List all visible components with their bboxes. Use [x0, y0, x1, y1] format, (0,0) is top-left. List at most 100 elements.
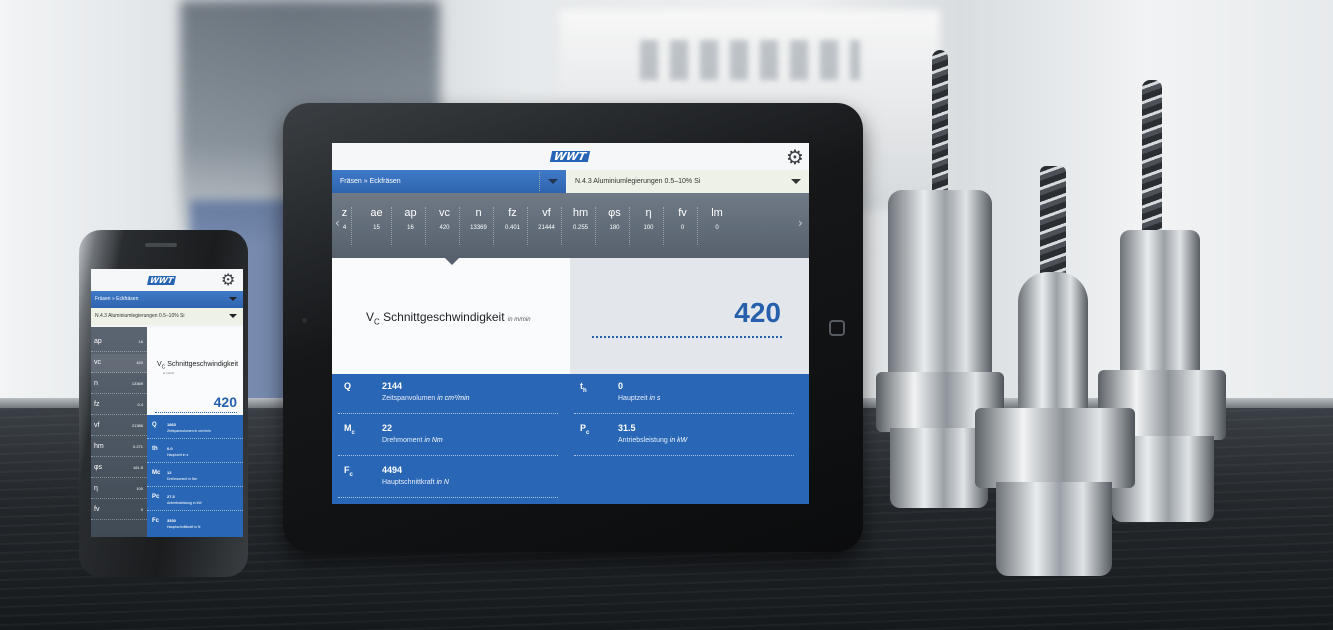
result-value: 3530: [167, 518, 176, 523]
selected-parameter-value-area[interactable]: 420: [570, 258, 809, 374]
result-symbol: Fc: [152, 518, 160, 524]
chevron-down-icon: [229, 297, 237, 301]
result-description: Drehmoment in Nm: [382, 437, 443, 444]
app-header: WWT ⚙: [332, 143, 809, 170]
param-value: 420: [136, 360, 143, 365]
param-value: 0: [680, 225, 685, 231]
selected-symbol: V: [366, 310, 375, 324]
param-value: 16: [407, 225, 414, 231]
value-underline: [155, 412, 237, 413]
param-symbol: vf: [94, 422, 100, 429]
param-value: 100: [643, 225, 654, 231]
param-ap[interactable]: ap 16: [396, 207, 426, 245]
param-eta[interactable]: η 100: [634, 207, 664, 245]
phone-results: Q 1863 Zeitspanvolumen in cm³/min th 0.0 Hau…: [147, 415, 243, 537]
param-hm[interactable]: hm 0.255: [566, 207, 596, 245]
param-value: 16: [138, 339, 143, 344]
operation-select[interactable]: Fräsen » Eckfräsen: [332, 170, 566, 193]
phone-selected-parameter[interactable]: VC Schnittgeschwindigkeit in m/min 420: [147, 327, 243, 415]
result-pc: Pc 31.5 Antriebsleistung in kW: [574, 418, 794, 456]
param-lm[interactable]: lm 0: [702, 207, 732, 245]
param-z[interactable]: z 4: [338, 207, 352, 245]
value-underline: [592, 336, 782, 338]
result-value: 2144: [382, 381, 403, 391]
param-value: 420: [439, 225, 450, 231]
result-symbol: Q: [152, 422, 157, 428]
result-symbol: Mc: [344, 423, 355, 436]
result-mc: Mc 22 Drehmoment in Nm: [338, 418, 558, 456]
param-vf[interactable]: vf 21444: [532, 207, 562, 245]
result-value: 27.3: [167, 494, 175, 499]
result-value: 12: [167, 470, 172, 475]
result-symbol: Pc: [152, 494, 160, 500]
selected-parameter-label: VC Schnittgeschwindigkeit: [157, 361, 239, 371]
param-symbol: fv: [678, 207, 687, 219]
param-symbol: hm: [94, 443, 104, 450]
param-symbol: z: [341, 207, 348, 219]
phone-material-select[interactable]: N.4.3 Aluminiumlegierungen 0.5–10% Si: [91, 308, 243, 325]
param-row[interactable]: fz 0.4: [91, 396, 147, 415]
param-fz[interactable]: fz 0.401: [498, 207, 528, 245]
param-fv[interactable]: fv 0: [668, 207, 698, 245]
result-description: Zeitspanvolumen in cm³/min: [167, 429, 211, 433]
param-row[interactable]: φs 161.5: [91, 459, 147, 478]
param-value: 21386: [131, 423, 143, 428]
param-symbol: vc: [439, 207, 450, 219]
param-value: 4: [342, 225, 347, 231]
chevron-down-icon: [791, 179, 801, 184]
material-select-value: N.4.3 Aluminiumlegierungen 0.5–10% Si: [95, 313, 185, 319]
param-n[interactable]: n 13369: [464, 207, 494, 245]
photo-background: WWT ⚙ Fräsen » Eckfräsen N.4.3 Aluminium…: [0, 0, 1333, 630]
operation-select-value: Fräsen » Eckfräsen: [340, 178, 401, 185]
result-q: Q 2144 Zeitspanvolumen in cm³/min: [338, 376, 558, 414]
selected-parameter-value: 420: [734, 297, 781, 328]
app-logo: WWT: [549, 150, 590, 163]
tool-holder-right: [1120, 230, 1200, 380]
param-phi-s[interactable]: φs 180: [600, 207, 630, 245]
app-logo: WWT: [147, 276, 177, 285]
param-vc[interactable]: vc 420: [430, 207, 460, 245]
chevron-right-icon[interactable]: ›: [798, 217, 803, 229]
param-value: 0: [140, 507, 143, 512]
result-description: Hauptschnittkraft in N: [167, 525, 201, 529]
param-symbol: n: [94, 380, 98, 387]
param-row[interactable]: η 100: [91, 480, 147, 499]
phone-parameter-list: ap 16 vc 420 n 13369 fz 0.4 vf 21386 hm 0.271 …: [91, 327, 147, 537]
result-value: 31.5: [618, 423, 636, 433]
param-value: 180: [609, 225, 620, 231]
select-divider: [539, 172, 540, 191]
param-value: 0.4: [137, 402, 143, 407]
param-ae[interactable]: ae 15: [362, 207, 392, 245]
tablet-home-button[interactable]: [829, 320, 845, 336]
background-control-buttons: [640, 40, 860, 80]
param-symbol: φs: [94, 464, 103, 471]
param-value: 15: [373, 225, 380, 231]
param-row[interactable]: n 13369: [91, 375, 147, 394]
param-value: 100: [136, 486, 143, 491]
param-symbol: fv: [94, 506, 100, 513]
param-row[interactable]: hm 0.271: [91, 438, 147, 457]
gear-icon[interactable]: ⚙: [221, 271, 235, 289]
selected-unit: in m/min: [507, 317, 531, 323]
selected-unit: in m/min: [163, 371, 175, 375]
result-value: 4494: [382, 465, 403, 475]
param-row[interactable]: ap 16: [91, 333, 147, 352]
param-value: 13369: [131, 381, 143, 386]
chevron-down-icon: [229, 314, 237, 318]
gear-icon[interactable]: ⚙: [785, 147, 805, 167]
param-row[interactable]: vf 21386: [91, 417, 147, 436]
result-q: Q 1863 Zeitspanvolumen in cm³/min: [147, 419, 243, 439]
param-value: 21444: [538, 225, 555, 231]
result-symbol: Pc: [580, 423, 590, 436]
operation-select-value: Fräsen » Eckfräsen: [95, 296, 139, 302]
result-pc: Pc 27.3 Antriebsleistung in kW: [147, 491, 243, 511]
param-symbol: vf: [542, 207, 551, 219]
param-row[interactable]: vc 420: [91, 354, 147, 373]
param-symbol: hm: [572, 207, 589, 219]
param-row[interactable]: fv 0: [91, 501, 147, 520]
material-select[interactable]: N.4.3 Aluminiumlegierungen 0.5–10% Si: [567, 170, 809, 193]
phone-operation-select[interactable]: Fräsen » Eckfräsen: [91, 291, 243, 308]
phone-main-panel: VC Schnittgeschwindigkeit in m/min 420 Q…: [147, 327, 243, 537]
param-symbol: η: [645, 207, 652, 219]
parameter-strip: ‹ z 4 ae 15 ap 16 vc 420 n 13369 fz 0.40…: [332, 193, 809, 258]
